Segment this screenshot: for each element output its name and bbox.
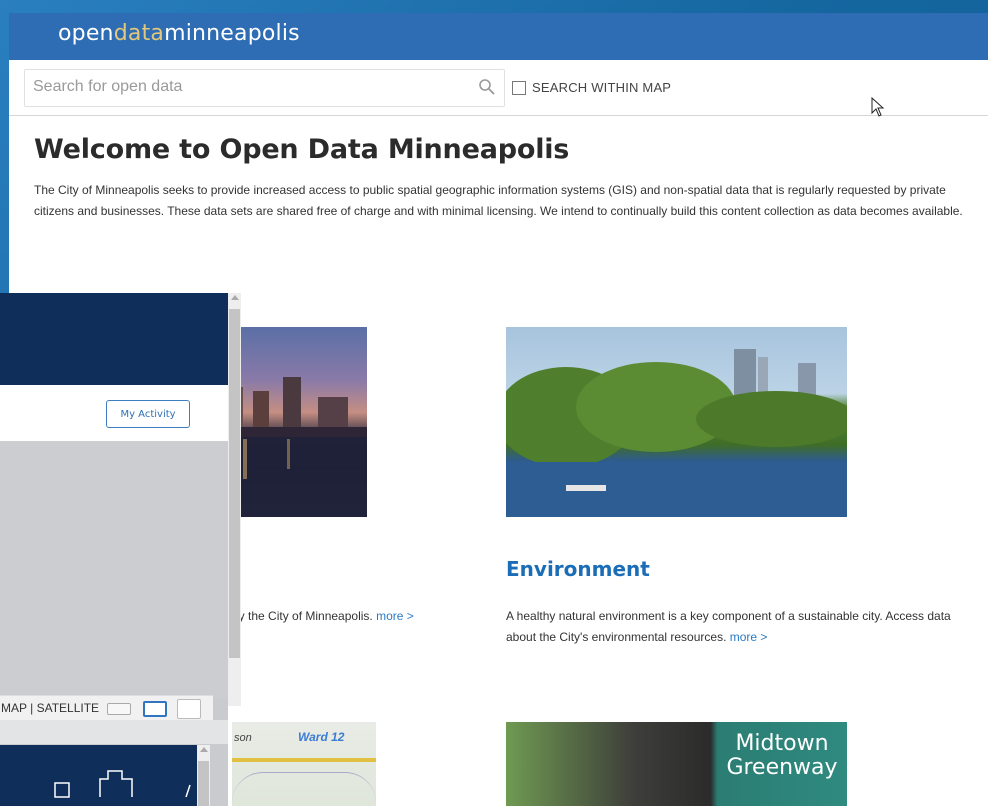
- city-more-link[interactable]: more >: [376, 609, 414, 623]
- city-tile-text: by the City of Minneapolis.: [232, 609, 373, 623]
- logo-part-data: data: [113, 21, 165, 46]
- logo-part-minneapolis: minneapolis: [164, 21, 300, 46]
- search-box: [24, 69, 505, 107]
- search-icon[interactable]: [478, 78, 496, 96]
- map-place-label: son: [234, 732, 252, 744]
- overlay-header: [0, 293, 228, 385]
- scroll-up-arrow-icon[interactable]: [200, 747, 208, 752]
- map-tile-image[interactable]: son Ward 12: [232, 722, 376, 806]
- map-boundary: [232, 772, 376, 803]
- overlay-scrollbar[interactable]: [228, 293, 241, 706]
- map-satellite-toggle-label[interactable]: MAP | SATELLITE: [1, 701, 99, 715]
- environment-description: A healthy natural environment is a key c…: [506, 606, 976, 648]
- ward-label: Ward 12: [298, 730, 345, 744]
- overlay-lower-panel: [0, 745, 197, 806]
- greenway-tile-image[interactable]: Midtown Greenway: [506, 722, 847, 806]
- map-type-toggle: MAP | SATELLITE: [0, 695, 213, 721]
- my-activity-button[interactable]: My Activity: [106, 400, 190, 428]
- mouse-cursor-icon: [871, 97, 885, 117]
- environment-title[interactable]: Environment: [506, 557, 650, 581]
- search-within-map-checkbox[interactable]: [512, 80, 526, 95]
- site-logo[interactable]: opendataminneapolis: [58, 21, 300, 46]
- overlay-window: My Activity MAP | SATELLITE: [0, 293, 228, 806]
- environment-tile-image[interactable]: [506, 327, 847, 517]
- map-road: [232, 758, 376, 762]
- scroll-up-arrow-icon[interactable]: [231, 295, 239, 300]
- brand-header: opendataminneapolis: [9, 13, 988, 60]
- search-input[interactable]: [25, 70, 473, 104]
- toggle-option-3[interactable]: [177, 699, 201, 719]
- city-tile-image[interactable]: [223, 327, 367, 517]
- overlay-map-area[interactable]: [0, 442, 228, 698]
- toggle-option-2[interactable]: [143, 701, 167, 717]
- scrollbar-thumb[interactable]: [198, 761, 209, 806]
- greenway-sign-line2: Greenway: [726, 755, 838, 780]
- environment-landscape-graphic: [506, 349, 847, 517]
- city-tile-description: by the City of Minneapolis. more >: [232, 606, 414, 627]
- overlay-toolbar: My Activity: [0, 385, 228, 442]
- greenway-sign-line1: Midtown: [735, 731, 829, 756]
- logo-part-open: open: [58, 21, 114, 46]
- overlay-divider: [0, 720, 228, 744]
- toggle-option-1[interactable]: [107, 703, 131, 715]
- city-skyline-graphic: [223, 377, 367, 517]
- environment-more-link[interactable]: more >: [730, 630, 768, 644]
- greenway-sign: Midtown Greenway: [723, 732, 841, 780]
- environment-text: A healthy natural environment is a key c…: [506, 609, 951, 644]
- overlay-lower-scrollbar[interactable]: [197, 745, 210, 806]
- welcome-description: The City of Minneapolis seeks to provide…: [34, 183, 963, 218]
- overlay-outline-graphic: [54, 770, 191, 798]
- page-title: Welcome to Open Data Minneapolis: [34, 134, 570, 165]
- search-within-map-label: SEARCH WITHIN MAP: [532, 80, 672, 95]
- search-bar: SEARCH WITHIN MAP: [9, 60, 988, 117]
- search-within-map-toggle[interactable]: SEARCH WITHIN MAP: [512, 80, 671, 95]
- scrollbar-thumb[interactable]: [229, 309, 240, 658]
